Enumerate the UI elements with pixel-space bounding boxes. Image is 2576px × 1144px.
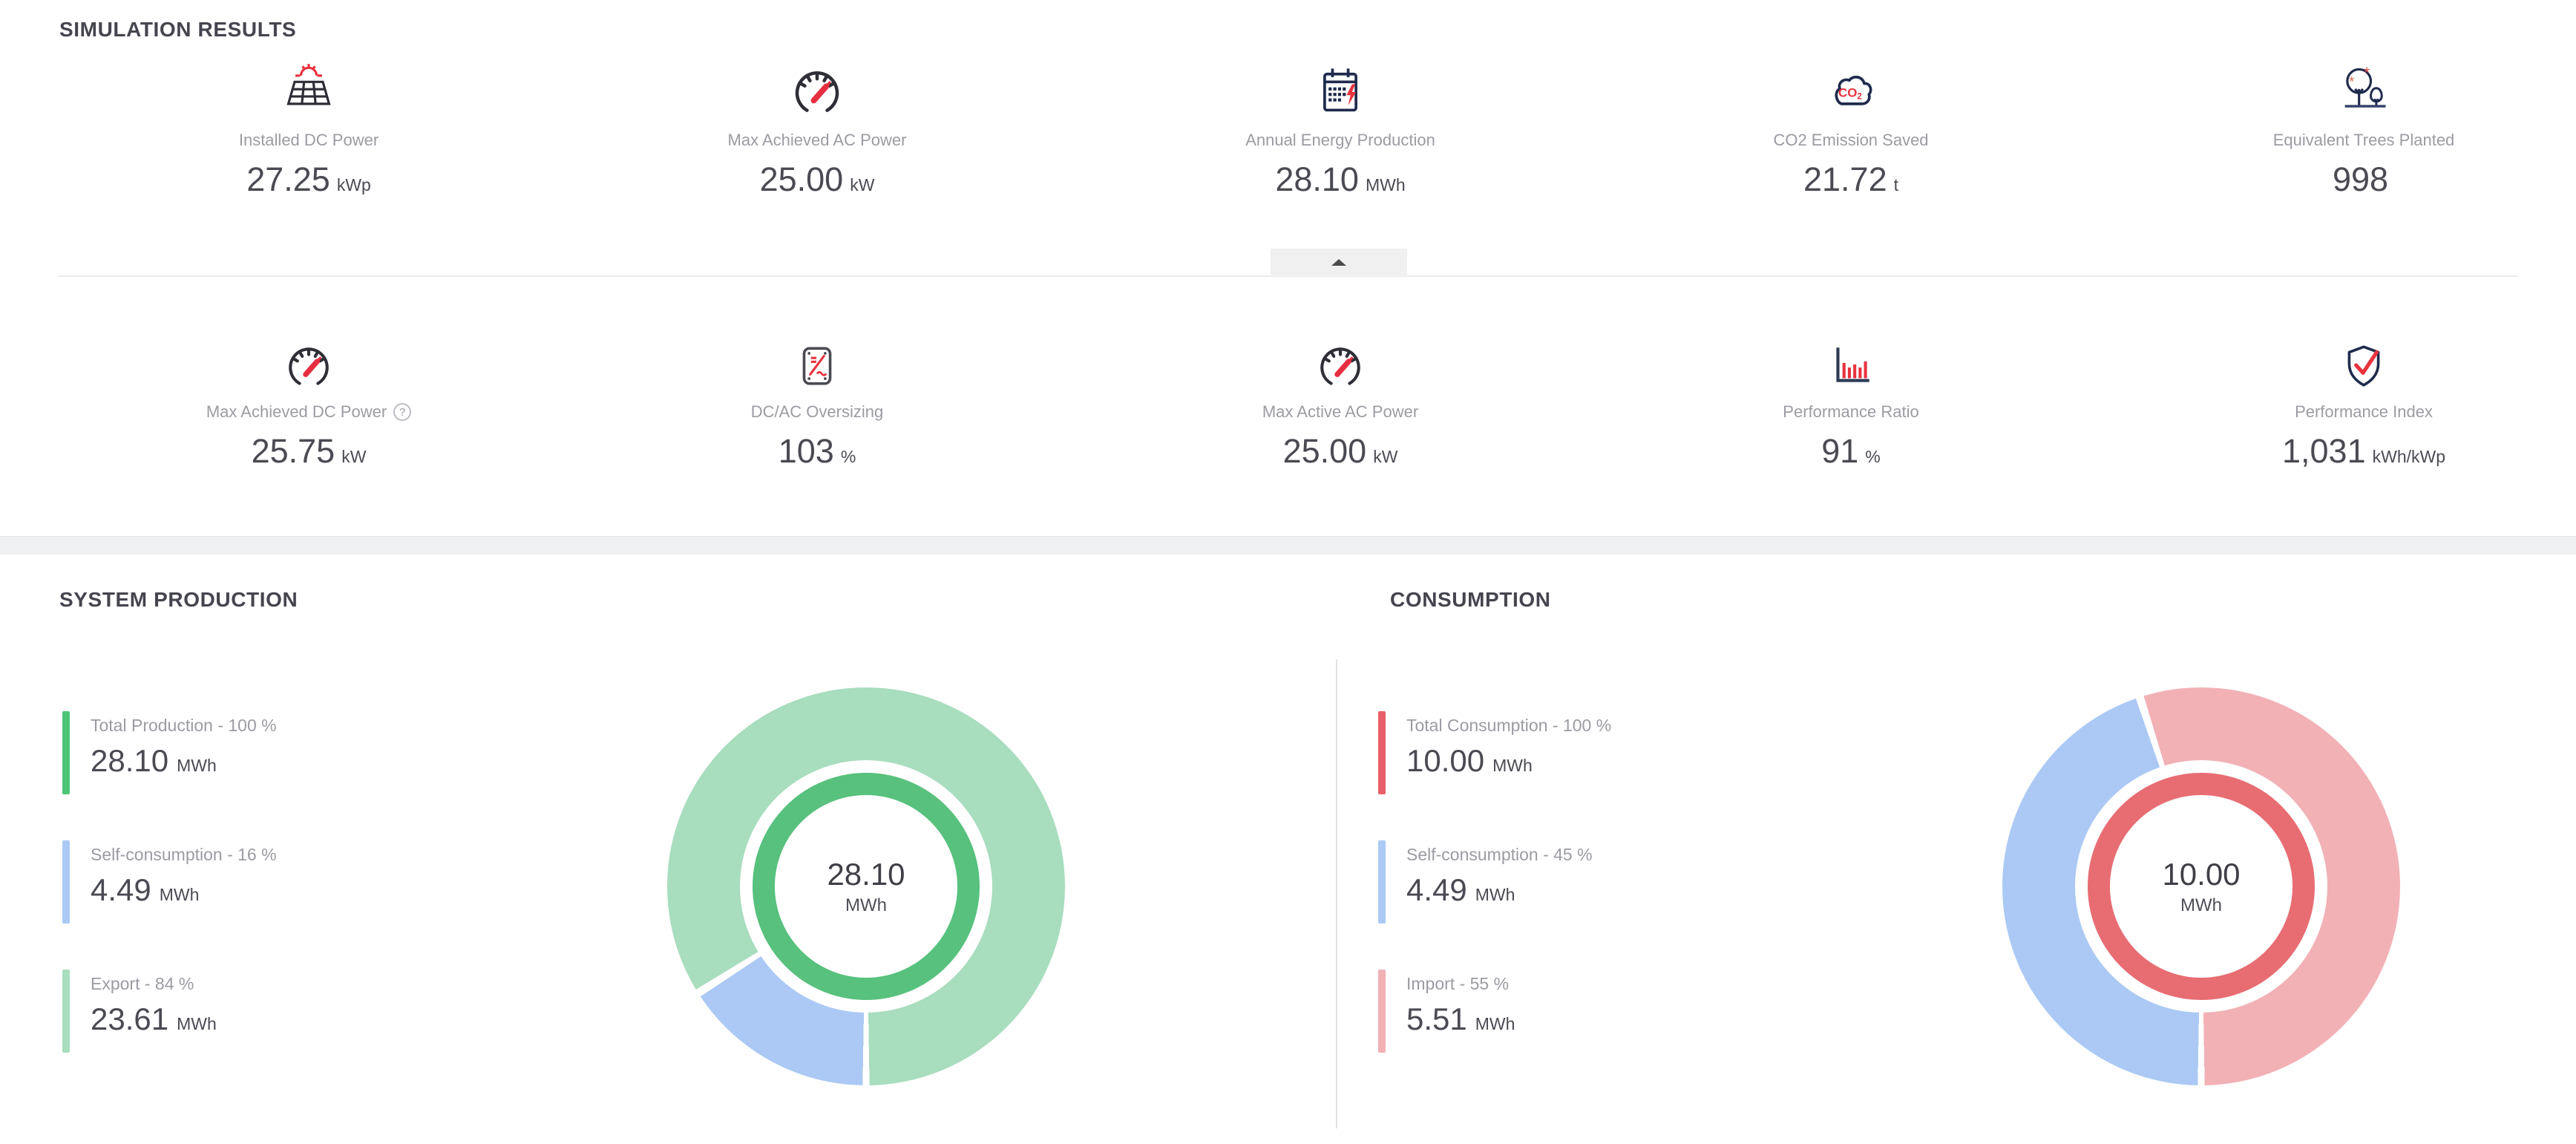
donut-center-unit: MWh xyxy=(845,895,887,916)
metric-max-achieved-dc-power: Max Achieved DC Power ? 25.75kW xyxy=(79,340,539,471)
legend-value: 23.61MWh xyxy=(91,1001,217,1037)
metric-value: 1,031kWh/kWp xyxy=(2134,432,2576,471)
metric-value: 91% xyxy=(1621,432,2081,471)
metric-value: 103% xyxy=(587,432,1047,471)
chevron-up-icon xyxy=(1331,259,1346,266)
co2-cloud-icon: CO2 xyxy=(1621,62,2081,120)
consumption-section-title: CONSUMPTION xyxy=(1390,588,1551,612)
metric-max-achieved-ac-power: Max Achieved AC Power 25.00kW xyxy=(587,62,1047,199)
vertical-divider xyxy=(1336,659,1337,1128)
legend-label: Import - 55 % xyxy=(1406,974,1515,994)
section-divider-band xyxy=(0,536,2576,555)
legend-color-bar xyxy=(1378,970,1386,1053)
legend-label: Self-consumption - 45 % xyxy=(1406,845,1593,865)
legend-value: 4.49MWh xyxy=(1406,872,1593,908)
metric-installed-dc-power: Installed DC Power 27.25kWp xyxy=(79,62,539,199)
metric-label: DC/AC Oversizing xyxy=(751,402,883,422)
legend-item-total-consumption: Total Consumption - 100 % 10.00MWh xyxy=(1378,711,1611,794)
legend-value: 5.51MWh xyxy=(1406,1001,1515,1037)
metric-label: Max Achieved DC Power xyxy=(206,402,387,422)
gauge-icon xyxy=(1110,340,1570,392)
legend-color-bar xyxy=(62,970,70,1053)
production-section-title: SYSTEM PRODUCTION xyxy=(59,588,298,612)
legend-label: Self-consumption - 16 % xyxy=(91,845,277,865)
legend-item-import: Import - 55 % 5.51MWh xyxy=(1378,970,1515,1053)
gauge-icon xyxy=(587,62,1047,120)
consumption-donut-chart: 10.00 MWh xyxy=(2002,687,2400,1085)
trees-icon: * * xyxy=(2134,62,2576,120)
legend-value: 10.00MWh xyxy=(1406,743,1611,779)
metric-label: Installed DC Power xyxy=(239,131,378,150)
shield-check-icon xyxy=(2134,340,2576,392)
legend-value: 28.10MWh xyxy=(91,743,277,779)
legend-label: Total Production - 100 % xyxy=(91,716,277,736)
metric-value: 28.10MWh xyxy=(1110,160,1570,199)
legend-color-bar xyxy=(62,711,70,794)
metric-value: 27.25kWp xyxy=(79,160,539,199)
metric-label: Performance Index xyxy=(2295,402,2433,422)
donut-center-value: 28.10 xyxy=(827,857,905,892)
bar-chart-icon xyxy=(1621,340,2081,392)
metric-value: 25.00kW xyxy=(587,160,1047,199)
results-section-title: SIMULATION RESULTS xyxy=(59,18,296,42)
metric-label: Equivalent Trees Planted xyxy=(2273,131,2455,150)
production-inner-ring: 28.10 MWh xyxy=(753,773,980,1000)
consumption-inner-ring: 10.00 MWh xyxy=(2088,773,2315,1000)
metric-value: 25.00kW xyxy=(1110,432,1570,471)
collapse-results-button[interactable] xyxy=(1271,249,1407,276)
donut-center-unit: MWh xyxy=(2180,895,2222,916)
legend-item-self-consumption: Self-consumption - 16 % 4.49MWh xyxy=(62,840,277,924)
legend-color-bar xyxy=(1378,840,1386,924)
metric-performance-index: Performance Index 1,031kWh/kWp xyxy=(2134,340,2576,471)
metric-performance-ratio: Performance Ratio 91% xyxy=(1621,340,2081,471)
metric-annual-energy-production: Annual Energy Production 28.10MWh xyxy=(1110,62,1570,199)
metric-max-active-ac-power: Max Active AC Power 25.00kW xyxy=(1110,340,1570,471)
metric-value: 25.75kW xyxy=(79,432,539,471)
legend-item-self-consumption: Self-consumption - 45 % 4.49MWh xyxy=(1378,840,1593,924)
metric-equivalent-trees-planted: * * Equivalent Trees Planted 998 xyxy=(2134,62,2576,199)
simulation-results-page: SIMULATION RESULTS Installed DC Power 27… xyxy=(0,0,2576,1144)
gauge-icon xyxy=(79,340,539,392)
legend-color-bar xyxy=(62,840,70,924)
metric-label: CO2 Emission Saved xyxy=(1773,131,1928,150)
legend-color-bar xyxy=(1378,711,1386,794)
dc-ac-oversizing-icon xyxy=(587,340,1047,392)
metric-value: 998 xyxy=(2134,160,2576,199)
production-donut-chart: 28.10 MWh xyxy=(667,687,1065,1085)
solar-panel-icon xyxy=(79,62,539,120)
metric-co2-emission-saved: CO2 CO2 Emission Saved 21.72t xyxy=(1621,62,2081,199)
calendar-bolt-icon xyxy=(1110,62,1570,120)
svg-text:*: * xyxy=(2349,75,2355,91)
legend-item-total-production: Total Production - 100 % 28.10MWh xyxy=(62,711,277,794)
legend-label: Export - 84 % xyxy=(91,974,217,994)
metric-label: Performance Ratio xyxy=(1783,402,1918,422)
svg-text:*: * xyxy=(2364,65,2370,82)
help-icon[interactable]: ? xyxy=(393,403,411,421)
metric-label: Max Active AC Power xyxy=(1262,402,1418,422)
metric-label: Annual Energy Production xyxy=(1245,131,1435,150)
donut-center-value: 10.00 xyxy=(2162,857,2240,892)
legend-value: 4.49MWh xyxy=(91,872,277,908)
legend-item-export: Export - 84 % 23.61MWh xyxy=(62,970,217,1053)
legend-label: Total Consumption - 100 % xyxy=(1406,716,1611,736)
svg-text:CO2: CO2 xyxy=(1838,85,1862,101)
metric-dc-ac-oversizing: DC/AC Oversizing 103% xyxy=(587,340,1047,471)
metric-label: Max Achieved AC Power xyxy=(728,131,907,150)
metric-value: 21.72t xyxy=(1621,160,2081,199)
